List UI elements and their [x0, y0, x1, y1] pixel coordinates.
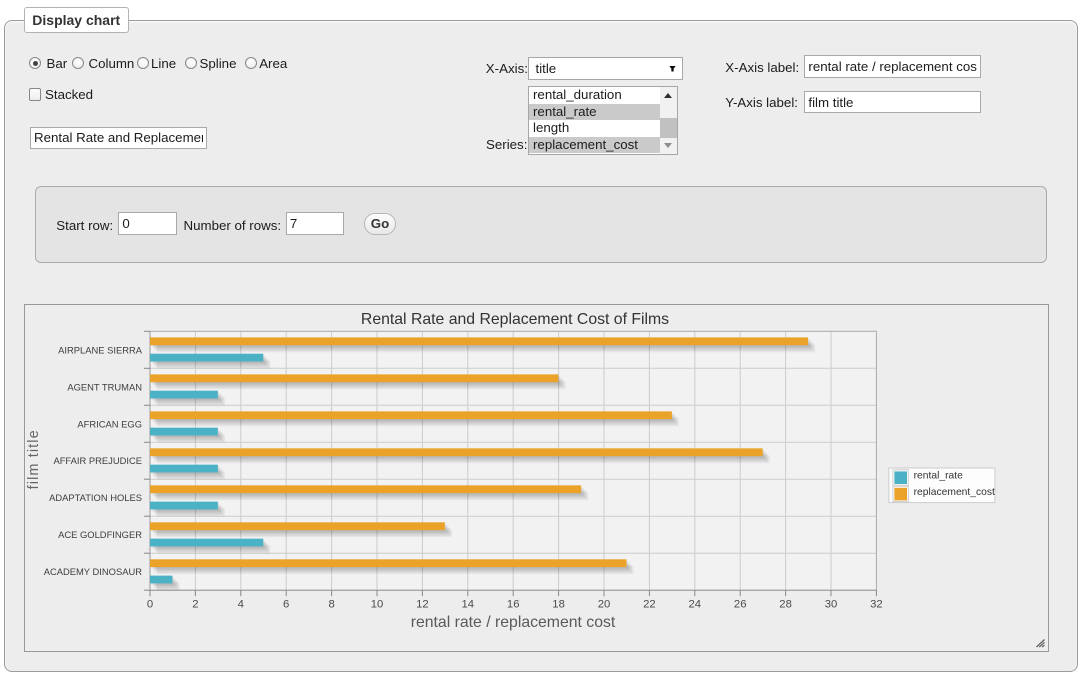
svg-text:ADAPTATION HOLES: ADAPTATION HOLES [49, 492, 142, 503]
svg-text:ACE GOLDFINGER: ACE GOLDFINGER [58, 529, 142, 540]
svg-text:30: 30 [825, 599, 838, 611]
svg-text:14: 14 [462, 599, 475, 611]
svg-text:8: 8 [328, 599, 334, 611]
svg-text:4: 4 [238, 599, 244, 611]
svg-text:AIRPLANE SIERRA: AIRPLANE SIERRA [58, 344, 143, 355]
svg-text:20: 20 [598, 599, 611, 611]
svg-text:16: 16 [507, 599, 520, 611]
svg-text:18: 18 [552, 599, 565, 611]
svg-text:12: 12 [416, 599, 429, 611]
svg-text:film title: film title [26, 429, 42, 489]
svg-text:AFFAIR PREJUDICE: AFFAIR PREJUDICE [53, 455, 142, 466]
svg-text:Rental Rate and Replacement Co: Rental Rate and Replacement Cost of Film… [361, 311, 669, 328]
svg-text:10: 10 [371, 599, 384, 611]
svg-text:AGENT TRUMAN: AGENT TRUMAN [67, 381, 142, 392]
svg-text:28: 28 [779, 599, 792, 611]
svg-text:AFRICAN EGG: AFRICAN EGG [77, 418, 142, 429]
svg-text:26: 26 [734, 599, 747, 611]
svg-text:replacement_cost: replacement_cost [914, 487, 995, 498]
svg-text:22: 22 [643, 599, 656, 611]
svg-text:0: 0 [147, 599, 153, 611]
svg-text:24: 24 [689, 599, 702, 611]
svg-text:6: 6 [283, 599, 289, 611]
svg-text:rental_rate: rental_rate [914, 471, 964, 482]
svg-text:2: 2 [192, 599, 198, 611]
svg-text:32: 32 [870, 599, 883, 611]
svg-text:rental rate / replacement cost: rental rate / replacement cost [411, 614, 616, 631]
svg-text:ACADEMY DINOSAUR: ACADEMY DINOSAUR [44, 566, 143, 577]
